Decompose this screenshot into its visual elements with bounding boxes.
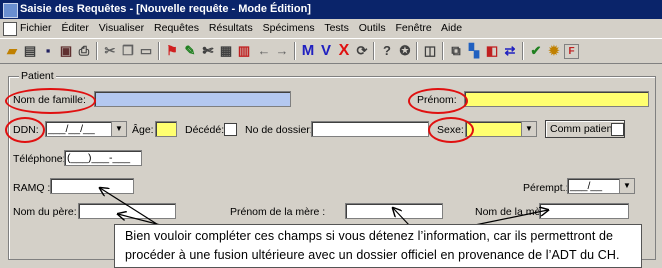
arrow-ramq [100,188,161,227]
annotation-note: Bien vouloir compléter ces champs si vou… [114,224,642,268]
